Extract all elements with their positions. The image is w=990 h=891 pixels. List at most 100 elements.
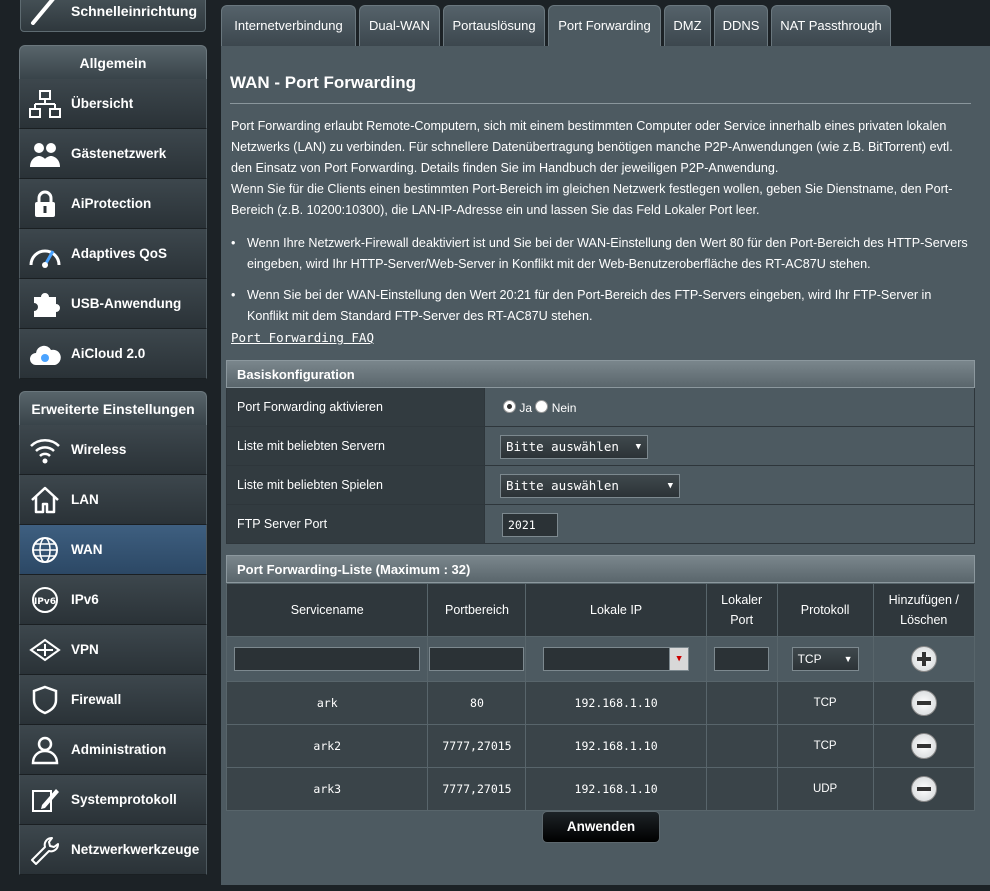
vpn-icon [29, 638, 61, 662]
globe-icon [32, 537, 58, 563]
sidebar-item-aicloud[interactable]: AiCloud 2.0 [19, 329, 207, 379]
protocol-select[interactable]: TCP ▼ [791, 647, 859, 671]
local-port-input[interactable] [714, 647, 770, 671]
sidebar-item-vpn[interactable]: VPN [19, 625, 207, 675]
service-name-input[interactable] [234, 647, 421, 671]
quick-setup-button[interactable]: Schnelleinrichtung [20, 0, 206, 32]
ports-cell: 7777,27015 [427, 767, 527, 811]
table-row: ark2 7777,27015 192.168.1.10 TCP [225, 724, 976, 768]
service-cell: ark [225, 681, 429, 725]
sidebar-item-guest-network[interactable]: Gästenetzwerk [19, 129, 207, 179]
sidebar-item-wireless[interactable]: Wireless [19, 425, 207, 475]
games-label: Liste mit beliebten Spielen [227, 466, 485, 504]
local-port-cell [705, 681, 778, 725]
tab-nat-passthrough[interactable]: NAT Passthrough [771, 5, 891, 46]
title-divider [230, 103, 971, 104]
local-ip-input[interactable]: ▼ [543, 647, 690, 671]
ipv6-icon: IPv6 [32, 587, 58, 613]
sidebar-item-aiprotection[interactable]: AiProtection [19, 179, 207, 229]
tab-port-trigger[interactable]: Portauslösung [443, 5, 545, 46]
new-entry-row: ▼ TCP ▼ [225, 636, 976, 682]
radio-yes-label: Ja [519, 401, 533, 415]
dropdown-arrow-icon[interactable]: ▼ [669, 647, 690, 671]
tab-dual-wan[interactable]: Dual-WAN [359, 5, 440, 46]
sidebar-item-adaptive-qos[interactable]: Adaptives QoS [19, 229, 207, 279]
svg-text:IPv6: IPv6 [34, 597, 56, 607]
note-item: Wenn Ihre Netzwerk-Firewall deaktiviert … [231, 233, 971, 275]
sidebar-item-label: WAN [71, 542, 103, 557]
radio-no[interactable] [535, 400, 549, 413]
minus-icon [916, 701, 931, 705]
advanced-section-header: Erweiterte Einstellungen [19, 391, 207, 425]
sidebar-item-network-tools[interactable]: Netzwerkwerkzeuge [19, 825, 207, 875]
sidebar-item-overview[interactable]: Übersicht [19, 79, 207, 129]
delete-entry-button[interactable] [910, 690, 937, 716]
sidebar-item-administration[interactable]: Administration [19, 725, 207, 775]
servers-select[interactable]: Bitte auswählen ▼ [500, 435, 648, 459]
sidebar-item-wan[interactable]: WAN [19, 525, 207, 575]
edit-icon [32, 789, 59, 812]
basic-config-header: Basiskonfiguration [226, 360, 975, 388]
faq-link[interactable]: Port Forwarding FAQ [231, 330, 374, 345]
lock-icon [35, 190, 55, 217]
add-entry-button[interactable] [910, 646, 937, 672]
games-select[interactable]: Bitte auswählen ▼ [500, 474, 680, 498]
sidebar-item-ipv6[interactable]: IPv6 IPv6 [19, 575, 207, 625]
puzzle-icon [34, 293, 60, 317]
local-port-cell [705, 724, 778, 768]
quick-setup-label: Schnelleinrichtung [71, 3, 198, 19]
column-header: Lokale IP [525, 583, 707, 637]
table-row: ark3 7777,27015 192.168.1.10 UDP [225, 767, 976, 811]
cloud-icon [30, 345, 61, 365]
tab-ddns[interactable]: DDNS [714, 5, 768, 46]
delete-entry-button[interactable] [910, 733, 937, 759]
radio-yes[interactable] [503, 400, 516, 413]
minus-icon [916, 744, 931, 748]
tab-dmz[interactable]: DMZ [664, 5, 711, 46]
sidebar-item-label: USB-Anwendung [71, 296, 182, 311]
network-map-icon [29, 90, 61, 118]
column-header: Servicename [225, 583, 429, 637]
ftp-port-input[interactable]: 2021 [502, 513, 558, 537]
note-item: Wenn Sie bei der WAN-Einstellung den Wer… [231, 285, 971, 327]
sidebar-item-system-log[interactable]: Systemprotokoll [19, 775, 207, 825]
servers-select-value: Bitte auswählen [506, 439, 619, 454]
user-icon [31, 736, 59, 765]
servers-row: Liste mit beliebten Servern Bitte auswäh… [226, 427, 975, 466]
chevron-down-icon: ▼ [667, 481, 673, 491]
table-row: ark 80 192.168.1.10 TCP [225, 681, 976, 725]
enable-radio-group: Ja Nein [503, 400, 576, 415]
ip-cell: 192.168.1.10 [525, 767, 707, 811]
sidebar-item-label: IPv6 [71, 592, 99, 607]
port-range-input[interactable] [429, 647, 525, 671]
tab-internet-connection[interactable]: Internetverbindung [221, 5, 356, 46]
sidebar-item-label: AiCloud 2.0 [71, 346, 146, 361]
sidebar-item-firewall[interactable]: Firewall [19, 675, 207, 725]
ports-cell: 80 [427, 681, 527, 725]
description-paragraph: Wenn Sie für die Clients einen bestimmte… [231, 182, 953, 217]
sidebar-item-label: Adaptives QoS [71, 246, 168, 261]
page-title: WAN - Port Forwarding [230, 73, 417, 92]
sidebar-item-label: AiProtection [71, 196, 152, 211]
column-header: Hinzufügen / Löschen [872, 583, 976, 637]
wifi-icon [30, 439, 60, 464]
ip-cell: 192.168.1.10 [525, 681, 707, 725]
home-icon [31, 486, 59, 514]
radio-no-label: Nein [551, 401, 577, 415]
sidebar-item-label: Wireless [71, 442, 127, 457]
tab-port-forwarding[interactable]: Port Forwarding [548, 5, 661, 46]
table-header-row: Servicename Portbereich Lokale IP Lokale… [225, 583, 976, 637]
delete-entry-button[interactable] [910, 776, 937, 802]
games-select-value: Bitte auswählen [506, 478, 619, 493]
speedometer-icon [29, 249, 61, 268]
enable-label: Port Forwarding aktivieren [227, 388, 485, 426]
local-port-cell [705, 767, 778, 811]
plus-icon-stroke [921, 652, 926, 666]
sidebar-item-usb-application[interactable]: USB-Anwendung [19, 279, 207, 329]
servers-label: Liste mit beliebten Servern [227, 427, 485, 465]
sidebar-item-label: Übersicht [71, 96, 134, 111]
forward-list-table: Servicename Portbereich Lokale IP Lokale… [225, 583, 976, 811]
sidebar-item-lan[interactable]: LAN [19, 475, 207, 525]
apply-button[interactable]: Anwenden [542, 811, 660, 843]
ftp-label: FTP Server Port [227, 505, 485, 543]
